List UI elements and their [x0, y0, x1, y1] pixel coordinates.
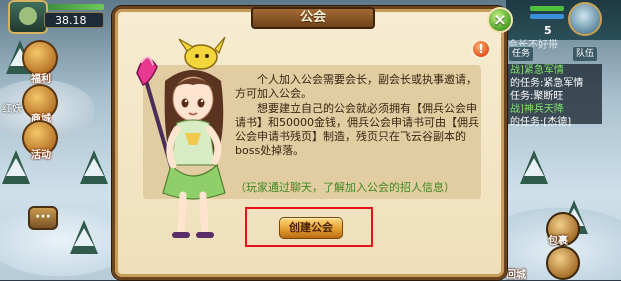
target-mp-bar [530, 14, 564, 19]
target-hp-bar [530, 6, 564, 11]
events-label: 活动 [31, 150, 51, 161]
target-avatar[interactable] [568, 2, 602, 36]
task-feed-line: 任务:聚断旺 [510, 91, 564, 102]
welfare-label: 福利 [31, 74, 51, 85]
chat-button[interactable]: ··· [28, 206, 58, 230]
pine-tree [80, 150, 108, 184]
task-feed-line: 的任务:紧急军情 [510, 78, 584, 89]
player-portrait[interactable] [8, 0, 48, 34]
target-stat-bars [530, 6, 564, 22]
description-paragraph: 个人加入公会需要会长，副会长或执事邀请，方可加入公会。 [235, 73, 477, 101]
close-icon[interactable]: × [487, 7, 513, 33]
info-icon[interactable]: ! [471, 39, 491, 59]
guild-dialog: 公会 × ! 个人加入公会需要会长，副会长或执事邀请，方可加入公会。 想要建立自… [112, 6, 513, 280]
pine-tree [70, 220, 98, 254]
guild-description: 个人加入公会需要会长，副会长或执事邀请，方可加入公会。 想要建立自己的公会就必须… [235, 73, 479, 159]
bag-label: 包裹 [548, 236, 568, 247]
description-paragraph: 想要建立自己的公会就必须拥有【佣兵公会申请书】和50000金钱，佣兵公会申请书可… [235, 101, 479, 158]
return-city-button[interactable] [546, 246, 580, 280]
character-illustration [136, 37, 226, 238]
task-feed-line: 的任务:[杰德] [510, 117, 572, 128]
dialog-title: 公会 [251, 7, 375, 29]
task-feed-line: 战]神兵天降 [510, 104, 564, 115]
scene-npc-label: 红妖 [2, 104, 22, 115]
task-feed-panel[interactable]: 战]紧急军情 的任务:紧急军情 任务:聚断旺 战]神兵天降 的任务:[杰德] [506, 64, 602, 128]
gold-counter: 38.18 [44, 12, 104, 28]
right-hud: 5 会长不好带 任务 队伍 战]紧急军情 的任务:紧急军情 任务:聚断旺 战]神… [506, 0, 621, 281]
recruit-hint: （玩家通过聊天，了解加入公会的招人信息） [235, 181, 455, 194]
return-city-label: 回城 [506, 270, 526, 281]
task-feed-line: 战]紧急军情 [510, 65, 564, 76]
create-guild-button[interactable]: 创建公会 [279, 217, 343, 239]
task-tab-button[interactable]: 任务 [508, 46, 535, 62]
player-hp-bar [44, 4, 104, 10]
team-tab-button[interactable]: 队伍 [572, 46, 599, 62]
